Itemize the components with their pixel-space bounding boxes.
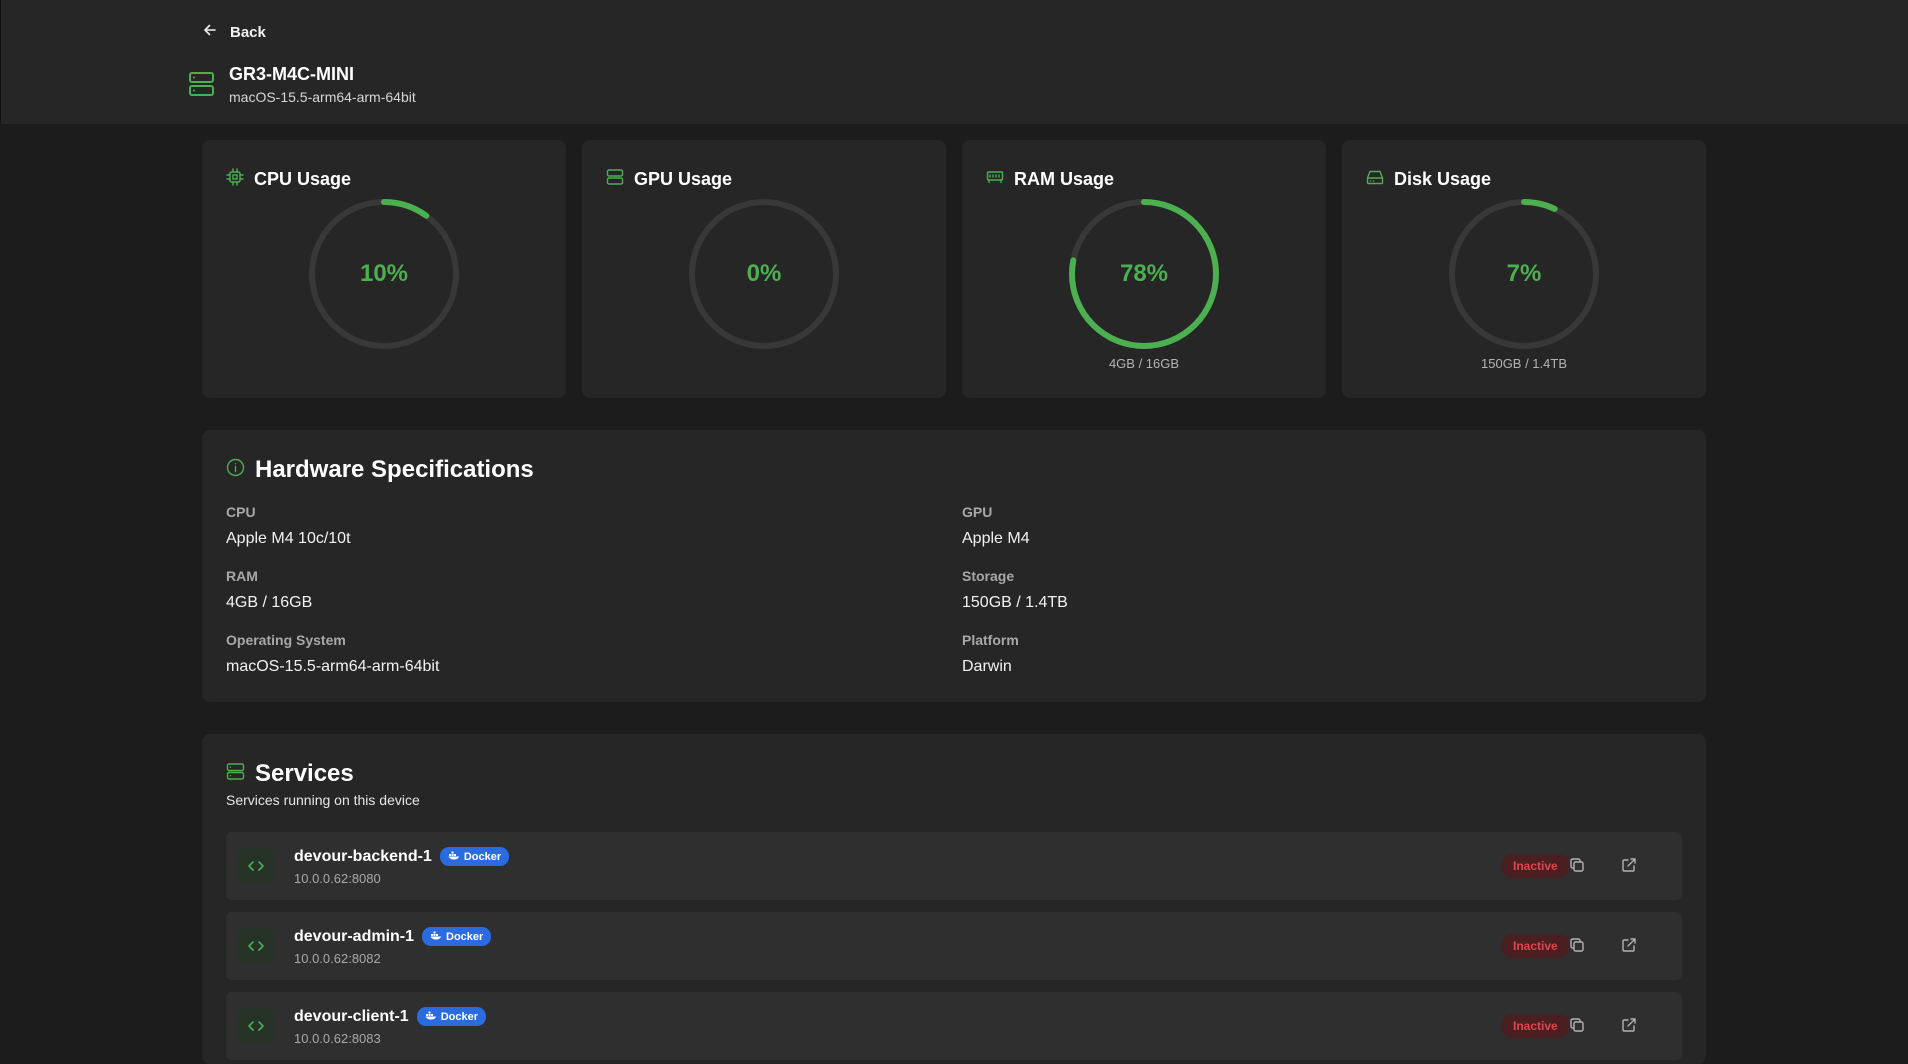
spec-label: Operating System <box>226 632 346 648</box>
service-name: devour-client-1 Docker <box>294 1007 486 1026</box>
docker-badge-label: Docker <box>440 1010 478 1023</box>
service-address: 10.0.0.62:8080 <box>294 871 381 886</box>
spec-label: GPU <box>962 504 993 520</box>
docker-badge: Docker <box>422 927 492 946</box>
docker-badge: Docker <box>439 847 510 866</box>
gpu-usage-title: GPU Usage <box>606 168 732 191</box>
server-icon <box>226 760 245 788</box>
spec-value: 4GB / 16GB <box>226 594 313 611</box>
spec-ram: RAM 4GB / 16GB <box>226 568 312 612</box>
docker-badge: Docker <box>416 1007 486 1026</box>
gpu-usage-card: GPU Usage 0% <box>582 140 946 398</box>
spec-label: Storage <box>962 568 1015 584</box>
copy-icon[interactable] <box>1568 1016 1586 1034</box>
docker-icon <box>448 850 460 863</box>
gpu-usage-label: GPU Usage <box>634 169 733 189</box>
info-icon <box>226 456 245 484</box>
external-link-icon[interactable] <box>1620 936 1638 954</box>
spec-value: Apple M4 <box>962 530 1030 547</box>
spec-gpu: GPU Apple M4 <box>962 504 1030 548</box>
spec-storage: Storage 150GB / 1.4TB <box>962 568 1068 612</box>
server-icon <box>188 69 215 99</box>
device-info: GR3-M4C-MINI macOS-15.5-arm64-arm-64bit <box>188 63 416 105</box>
ram-icon <box>986 168 1004 191</box>
gpu-icon <box>606 168 624 191</box>
cpu-gauge: 10% <box>308 198 460 350</box>
cpu-usage-title: CPU Usage <box>226 168 351 191</box>
page-header: Back GR3-M4C-MINI macOS-15.5-arm64-arm-6… <box>0 0 1908 124</box>
disk-icon <box>1366 168 1384 191</box>
service-row[interactable]: devour-backend-1 Docker 10.0.0.62:8080 I… <box>226 832 1682 900</box>
service-name: devour-backend-1 Docker <box>294 847 510 866</box>
service-row[interactable]: devour-admin-1 Docker 10.0.0.62:8082 Ina… <box>226 912 1682 980</box>
spec-value: macOS-15.5-arm64-arm-64bit <box>226 658 440 675</box>
services-title: Services <box>226 760 354 788</box>
device-name: GR3-M4C-MINI <box>229 64 354 84</box>
cpu-usage-value: 10% <box>359 260 409 287</box>
gpu-usage-value: 0% <box>746 260 782 287</box>
external-link-icon[interactable] <box>1620 856 1638 874</box>
code-icon <box>238 928 274 964</box>
service-row[interactable]: devour-client-1 Docker 10.0.0.62:8083 In… <box>226 992 1682 1060</box>
hardware-specs-title: Hardware Specifications <box>226 456 534 484</box>
spec-value: Apple M4 10c/10t <box>226 530 351 547</box>
cpu-usage-label: CPU Usage <box>254 169 352 189</box>
service-name-text: devour-backend-1 <box>294 847 432 865</box>
service-address: 10.0.0.62:8083 <box>294 1031 381 1046</box>
disk-usage-detail: 150GB / 1.4TB <box>1481 356 1567 371</box>
ram-usage-detail: 4GB / 16GB <box>1108 356 1180 371</box>
hardware-specs-label: Hardware Specifications <box>255 456 534 483</box>
ram-usage-value: 78% <box>1119 260 1169 287</box>
spec-label: CPU <box>226 504 256 520</box>
copy-icon[interactable] <box>1568 856 1586 874</box>
services-card: Services Services running on this device… <box>202 734 1706 1064</box>
services-subtitle: Services running on this device <box>226 792 420 808</box>
spec-operating-system: Operating System macOS-15.5-arm64-arm-64… <box>226 632 439 676</box>
status-badge: Inactive <box>1501 854 1570 878</box>
device-os: macOS-15.5-arm64-arm-64bit <box>229 89 416 105</box>
code-icon <box>238 848 274 884</box>
spec-platform: Platform Darwin <box>962 632 1019 676</box>
service-name-text: devour-admin-1 <box>294 927 415 945</box>
docker-icon <box>430 930 442 943</box>
spec-value: 150GB / 1.4TB <box>962 594 1068 611</box>
cpu-icon <box>226 168 244 191</box>
service-name-text: devour-client-1 <box>294 1007 409 1025</box>
arrow-left-icon <box>202 22 218 42</box>
ram-gauge: 78% <box>1068 198 1220 350</box>
status-badge: Inactive <box>1501 1014 1570 1038</box>
external-link-icon[interactable] <box>1620 1016 1638 1034</box>
docker-icon <box>425 1010 437 1023</box>
cpu-usage-card: CPU Usage 10% <box>202 140 566 398</box>
docker-badge-label: Docker <box>446 930 484 943</box>
service-name: devour-admin-1 Docker <box>294 927 492 946</box>
service-address: 10.0.0.62:8082 <box>294 951 381 966</box>
gpu-gauge: 0% <box>688 198 840 350</box>
spec-cpu: CPU Apple M4 10c/10t <box>226 504 351 548</box>
code-icon <box>238 1008 274 1044</box>
disk-gauge: 7% <box>1448 198 1600 350</box>
ram-usage-title: RAM Usage <box>986 168 1114 191</box>
spec-label: RAM <box>226 568 258 584</box>
disk-usage-label: Disk Usage <box>1394 169 1492 189</box>
hardware-specs-card: Hardware Specifications CPU Apple M4 10c… <box>202 430 1706 702</box>
spec-value: Darwin <box>962 658 1012 675</box>
status-badge: Inactive <box>1501 934 1570 958</box>
spec-label: Platform <box>962 632 1019 648</box>
back-label: Back <box>230 23 266 41</box>
copy-icon[interactable] <box>1568 936 1586 954</box>
services-label: Services <box>255 760 354 787</box>
disk-usage-value: 7% <box>1506 260 1542 287</box>
docker-badge-label: Docker <box>463 850 502 863</box>
ram-usage-card: RAM Usage 78% 4GB / 16GB <box>962 140 1326 398</box>
disk-usage-card: Disk Usage 7% 150GB / 1.4TB <box>1342 140 1706 398</box>
back-button[interactable]: Back <box>202 22 266 42</box>
ram-usage-label: RAM Usage <box>1014 169 1115 189</box>
disk-usage-title: Disk Usage <box>1366 168 1491 191</box>
